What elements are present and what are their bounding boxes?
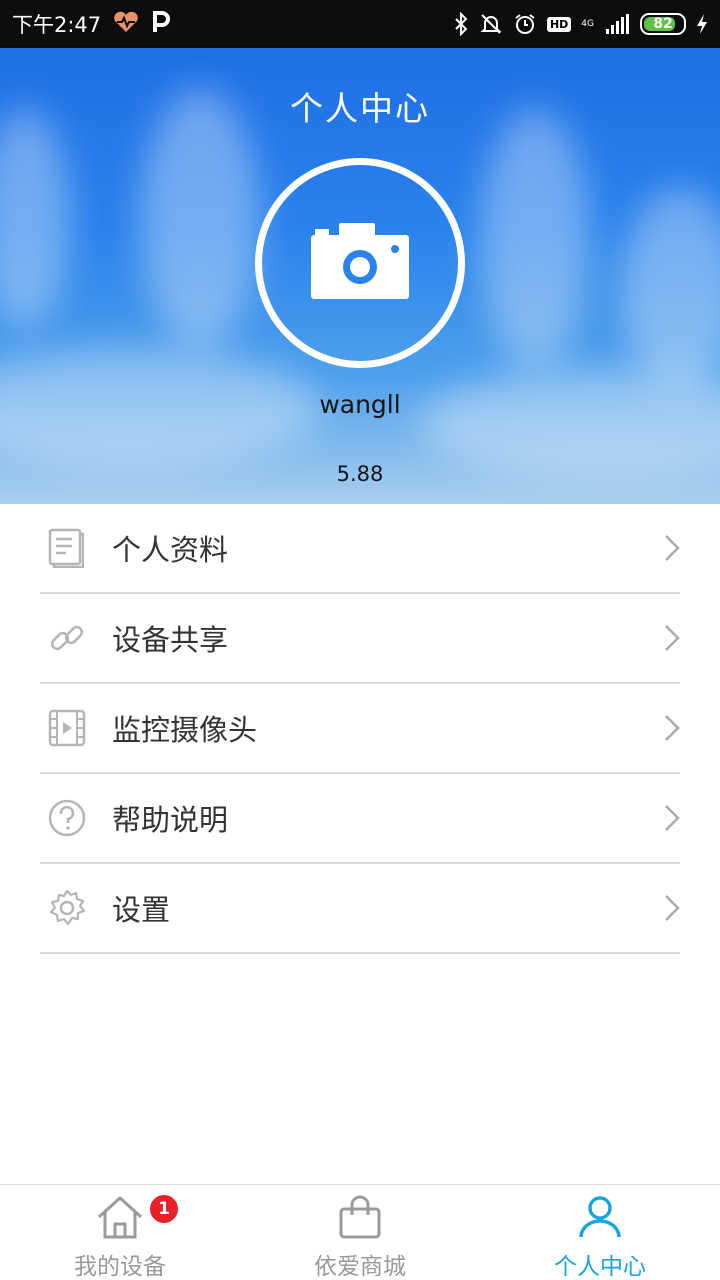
chevron-right-icon (650, 804, 680, 832)
chevron-right-icon (650, 894, 680, 922)
person-icon (575, 1195, 625, 1243)
parking-app-icon (151, 10, 171, 38)
profile-header: 个人中心 wangll 5.88 (0, 48, 720, 504)
mute-bell-icon (479, 12, 503, 36)
document-icon (40, 528, 96, 568)
page-title: 个人中心 (290, 89, 430, 128)
menu-item-device-sharing[interactable]: 设备共享 (40, 594, 680, 684)
chevron-right-icon (650, 714, 680, 742)
heart-rate-icon (113, 11, 139, 37)
status-system-icons: HD 4G 82 (453, 12, 708, 36)
hd-badge: HD (546, 16, 572, 32)
account-balance: 5.88 (336, 462, 384, 486)
alarm-icon (513, 12, 537, 36)
menu-item-help[interactable]: 帮助说明 (40, 774, 680, 864)
chevron-right-icon (650, 624, 680, 652)
network-type: 4G (581, 18, 594, 29)
menu-item-personal-info[interactable]: 个人资料 (40, 504, 680, 594)
status-notification-icons (113, 10, 171, 38)
tab-mall[interactable]: 依爱商城 (240, 1185, 480, 1280)
menu-item-label: 设置 (112, 893, 171, 927)
gear-icon (40, 889, 96, 927)
battery-indicator: 82 (640, 13, 686, 35)
battery-level: 82 (653, 16, 673, 32)
status-time: 下午2:47 (12, 13, 102, 37)
tab-label: 个人中心 (554, 1254, 646, 1280)
menu-item-label: 个人资料 (112, 533, 229, 567)
camera-icon (311, 221, 409, 305)
signal-icon (604, 13, 630, 35)
charging-icon (696, 13, 708, 35)
menu-item-settings[interactable]: 设置 (40, 864, 680, 954)
link-icon (40, 619, 96, 657)
username: wangll (319, 390, 401, 419)
chevron-right-icon (650, 534, 680, 562)
bluetooth-icon (453, 12, 469, 36)
avatar[interactable] (255, 158, 465, 368)
tab-label: 我的设备 (74, 1254, 166, 1280)
menu-item-label: 设备共享 (112, 623, 229, 657)
bottom-nav: 1 我的设备 依爱商城 个人中心 (0, 1184, 720, 1280)
status-bar: 下午2:47 HD 4G 82 (0, 0, 720, 48)
notification-badge: 1 (148, 1193, 180, 1225)
tab-personal-center[interactable]: 个人中心 (480, 1185, 720, 1280)
profile-menu: 个人资料 设备共享 监控摄像头 帮助说明 设置 (40, 504, 680, 954)
home-icon (95, 1195, 145, 1243)
help-icon (40, 799, 96, 837)
video-icon (40, 709, 96, 747)
menu-item-label: 监控摄像头 (112, 713, 258, 747)
tab-my-devices[interactable]: 1 我的设备 (0, 1185, 240, 1280)
shopping-bag-icon (335, 1195, 385, 1243)
menu-item-surveillance-camera[interactable]: 监控摄像头 (40, 684, 680, 774)
tab-label: 依爱商城 (314, 1254, 406, 1280)
menu-item-label: 帮助说明 (112, 803, 229, 837)
